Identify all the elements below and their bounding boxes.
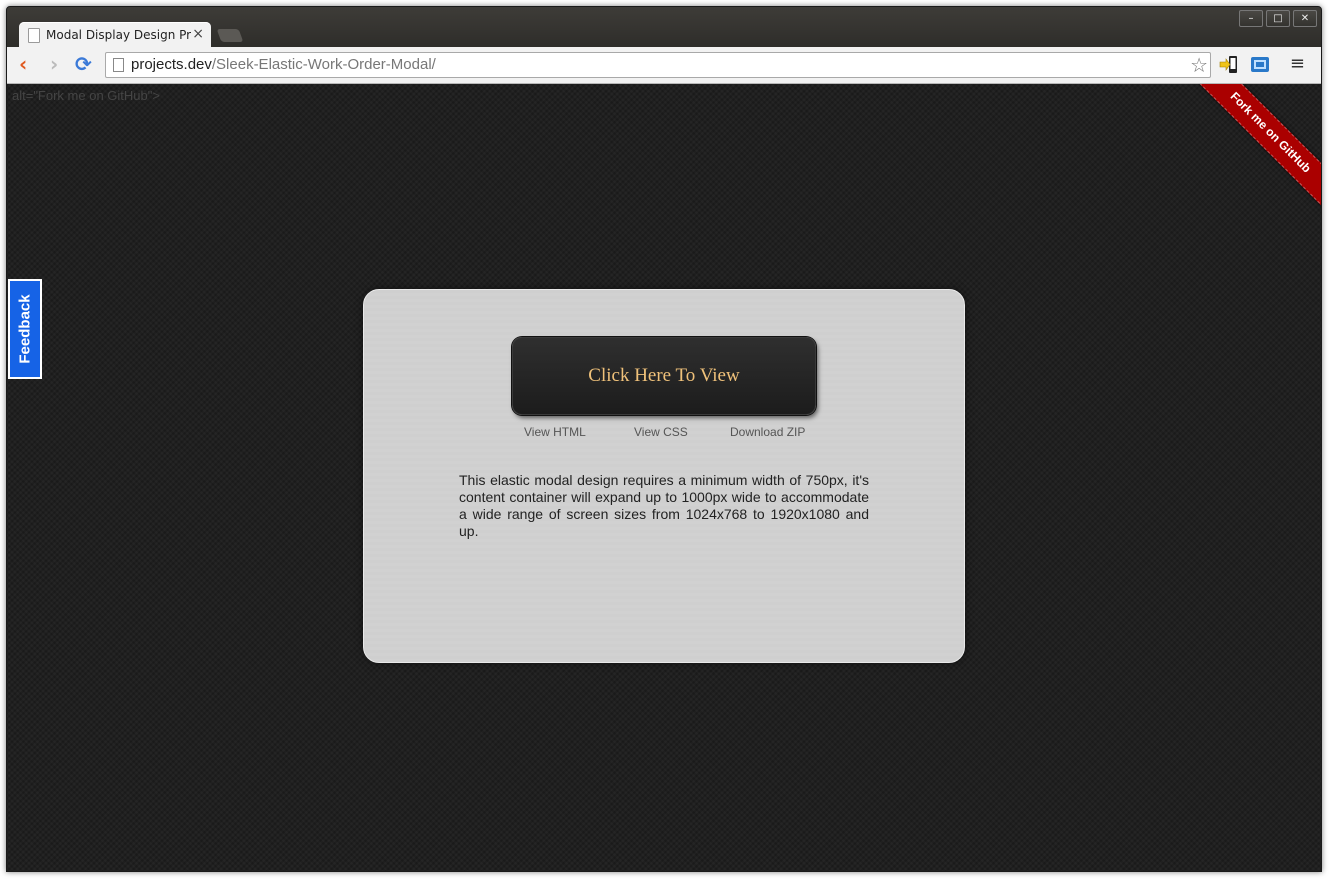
- forward-icon[interactable]: ›: [50, 54, 58, 74]
- browser-tab[interactable]: Modal Display Design Pre ×: [19, 22, 211, 48]
- screenshot-extension-icon[interactable]: [1250, 55, 1270, 75]
- page-icon: [28, 28, 40, 43]
- page-icon: [113, 58, 124, 72]
- minimize-button[interactable]: –: [1239, 10, 1263, 27]
- address-bar[interactable]: projects.dev/Sleek-Elastic-Work-Order-Mo…: [105, 52, 1211, 78]
- tab-title: Modal Display Design Pre: [46, 28, 191, 42]
- back-icon[interactable]: ‹: [19, 54, 27, 74]
- view-html-link[interactable]: View HTML: [524, 425, 586, 439]
- feedback-label: Feedback: [16, 294, 34, 364]
- browser-window: Modal Display Design Pre × – □ ✕ ‹ › ⟳ p…: [6, 6, 1322, 872]
- view-css-link[interactable]: View CSS: [634, 425, 688, 439]
- new-tab-button[interactable]: [216, 29, 244, 42]
- url-host: projects.dev: [131, 56, 212, 73]
- page-content: alt="Fork me on GitHub"> Fork me on GitH…: [7, 84, 1321, 871]
- close-window-button[interactable]: ✕: [1293, 10, 1317, 27]
- url-text: projects.dev/Sleek-Elastic-Work-Order-Mo…: [131, 56, 436, 73]
- maximize-button[interactable]: □: [1266, 10, 1290, 27]
- modal-description: This elastic modal design requires a min…: [459, 472, 869, 539]
- feedback-tab[interactable]: Feedback: [8, 279, 42, 379]
- menu-icon[interactable]: ≡: [1290, 55, 1305, 73]
- click-to-view-button[interactable]: Click Here To View: [512, 337, 816, 415]
- extension-icon[interactable]: [1219, 55, 1239, 75]
- reload-icon[interactable]: ⟳: [75, 54, 92, 74]
- stray-markup-text: alt="Fork me on GitHub">: [12, 88, 160, 103]
- fork-me-ribbon[interactable]: Fork me on GitHub: [1192, 84, 1321, 211]
- window-controls: – □ ✕: [1239, 10, 1317, 27]
- url-path: /Sleek-Elastic-Work-Order-Modal/: [211, 56, 436, 73]
- tab-close-icon[interactable]: ×: [192, 26, 204, 42]
- title-bar: Modal Display Design Pre × – □ ✕: [7, 7, 1321, 48]
- bookmark-star-icon[interactable]: ☆: [1190, 53, 1208, 77]
- download-zip-link[interactable]: Download ZIP: [730, 425, 805, 439]
- modal-panel: Click Here To View View HTML View CSS Do…: [363, 289, 965, 663]
- browser-toolbar: ‹ › ⟳ projects.dev/Sleek-Elastic-Work-Or…: [7, 47, 1321, 84]
